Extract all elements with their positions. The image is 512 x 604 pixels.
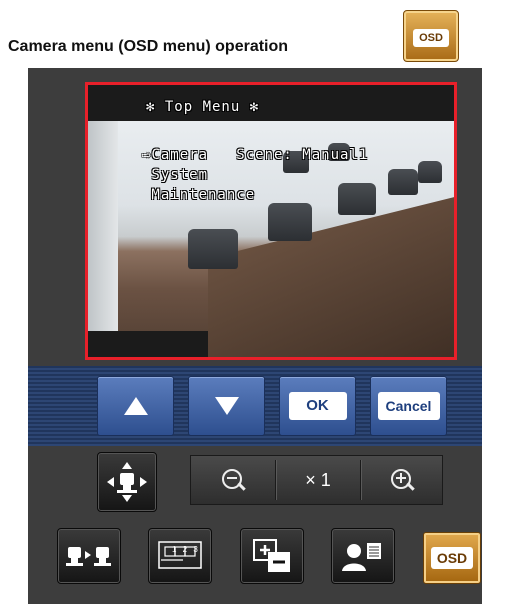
- osd-up-button[interactable]: [97, 376, 174, 436]
- zoom-in-icon: [391, 469, 415, 491]
- osd-badge-icon: OSD: [403, 10, 459, 62]
- osd-down-button[interactable]: [188, 376, 265, 436]
- multi-screen-button[interactable]: 1 2 3: [148, 528, 212, 584]
- osd-menu-title: ✻ Top Menu ✻: [146, 99, 260, 115]
- zoom-out-button[interactable]: [191, 456, 275, 504]
- preset-move-button[interactable]: [57, 528, 121, 584]
- arrow-down-icon: [214, 397, 239, 415]
- multi-screen-label: 1 2 3: [172, 545, 200, 554]
- ok-label: OK: [288, 392, 347, 420]
- zoom-level[interactable]: × 1: [276, 456, 360, 504]
- osd-menu-item-maintenance: Maintenance: [142, 187, 256, 203]
- pan-tilt-icon: [107, 462, 147, 502]
- osd-badge-label: OSD: [413, 29, 449, 47]
- arrow-up-icon: [123, 397, 148, 415]
- osd-ok-button[interactable]: OK: [279, 376, 356, 436]
- brightness-plus-minus-icon: [253, 539, 290, 572]
- osd-button-label: OSD: [430, 547, 474, 569]
- user-list-icon: [342, 543, 381, 571]
- pan-tilt-control-button[interactable]: [97, 452, 157, 512]
- osd-menu-item-system: System: [142, 167, 209, 183]
- video-view[interactable]: ✻ Top Menu ✻ ⇨Camera Scene: Manual1 Syst…: [85, 82, 457, 360]
- zoom-control-group: × 1: [190, 455, 443, 505]
- osd-menu-item-camera: ⇨Camera Scene: Manual1: [142, 147, 369, 163]
- osd-button[interactable]: OSD: [423, 532, 481, 584]
- page-title: Camera menu (OSD menu) operation: [8, 38, 289, 55]
- zoom-in-button[interactable]: [361, 456, 443, 504]
- zoom-out-icon: [222, 469, 246, 491]
- user-list-button[interactable]: [331, 528, 395, 584]
- image-adjust-button[interactable]: [240, 528, 304, 584]
- cancel-label: Cancel: [377, 392, 440, 420]
- camera-to-camera-icon: [66, 547, 111, 566]
- osd-cancel-button[interactable]: Cancel: [370, 376, 447, 436]
